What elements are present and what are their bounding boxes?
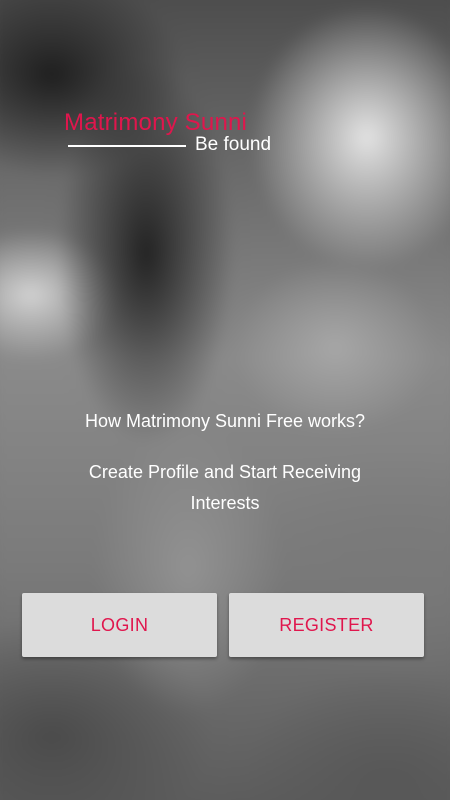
info-text: How Matrimony Sunni Free works? Create P… [0,407,450,519]
app-logo: Matrimony Sunni Be found [64,108,284,160]
tagline-text: Create Profile and Start Receiving Inter… [88,462,362,513]
how-it-works-heading: How Matrimony Sunni Free works? [84,411,366,431]
login-button[interactable]: LOGIN [22,593,217,657]
register-button[interactable]: REGISTER [229,593,424,657]
welcome-screen: Matrimony Sunni Be found How Matrimony S… [0,0,450,800]
logo-subtitle: Be found [195,134,272,155]
logo-divider [68,145,186,147]
